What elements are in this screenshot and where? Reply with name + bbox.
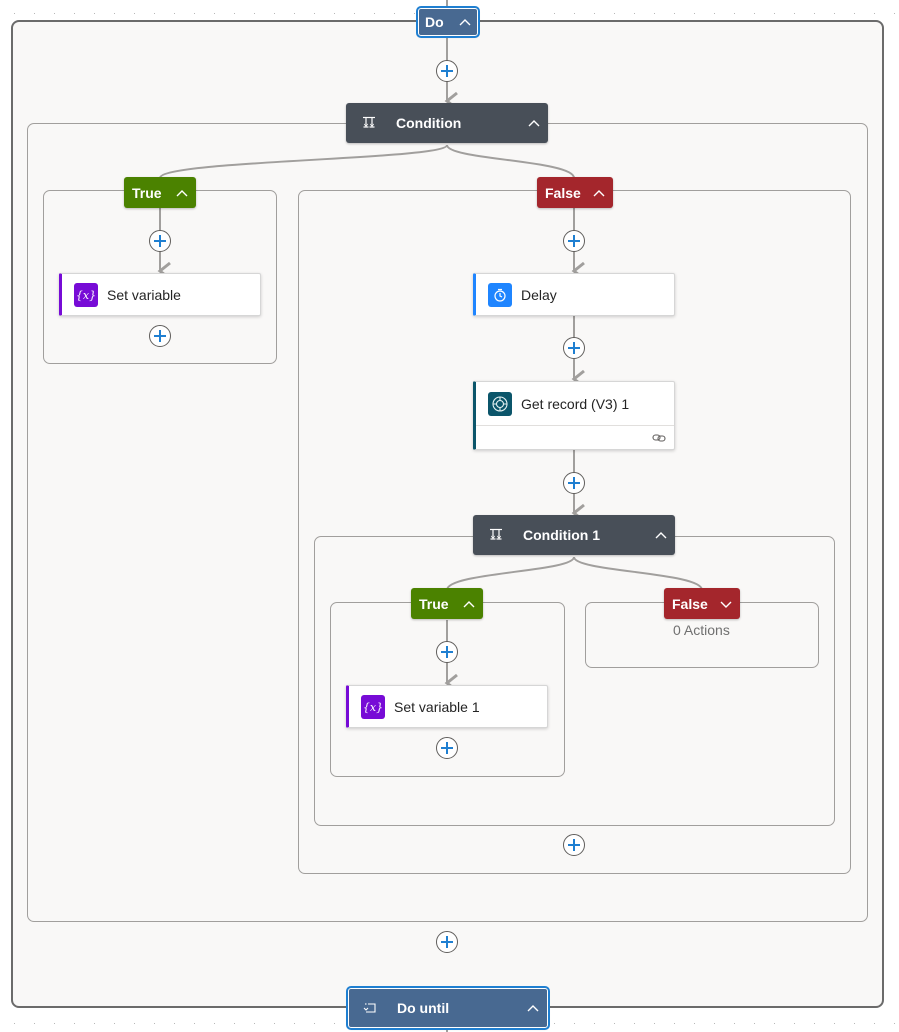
condition-1-header[interactable]: Condition 1: [473, 515, 675, 555]
action-label: Get record (V3) 1: [521, 395, 630, 412]
connector-condition-true: [159, 144, 448, 179]
chevron-up-icon[interactable]: [528, 117, 540, 129]
true-branch-label: True: [132, 184, 162, 201]
action-card-get-record[interactable]: Get record (V3) 1: [473, 381, 675, 450]
do-scope-header[interactable]: Do: [416, 6, 480, 38]
condition-icon: [362, 116, 378, 130]
chevron-up-icon[interactable]: [463, 598, 475, 610]
svg-text:{x}: {x}: [77, 289, 95, 302]
link-icon[interactable]: [652, 430, 666, 446]
action-card-set-variable-1[interactable]: {x} Set variable 1: [346, 685, 548, 728]
do-until-header[interactable]: Do until: [346, 986, 550, 1030]
connector-condition1-true: [446, 556, 575, 591]
timer-icon: [488, 282, 512, 307]
do-scope-label: Do: [425, 14, 444, 30]
chevron-up-icon[interactable]: [593, 187, 605, 199]
variable-icon: {x}: [74, 282, 98, 307]
false-branch-label: False: [672, 595, 708, 612]
connector-condition-false: [446, 144, 575, 179]
add-step-button[interactable]: [563, 834, 585, 856]
true-branch-header[interactable]: True: [124, 177, 196, 208]
add-step-button[interactable]: [436, 641, 458, 663]
add-step-button[interactable]: [563, 337, 585, 359]
false-branch-header[interactable]: False: [537, 177, 613, 208]
add-step-button[interactable]: [436, 931, 458, 953]
action-label: Delay: [521, 286, 557, 303]
add-step-button[interactable]: [436, 60, 458, 82]
condition-1-true-header[interactable]: True: [411, 588, 483, 619]
true-branch-label: True: [419, 595, 449, 612]
action-card-delay[interactable]: Delay: [473, 273, 675, 316]
chevron-up-icon[interactable]: [655, 529, 667, 541]
condition-header[interactable]: Condition: [346, 103, 548, 143]
false-branch-label: False: [545, 184, 581, 201]
add-step-button[interactable]: [436, 737, 458, 759]
chevron-up-icon[interactable]: [527, 1002, 539, 1014]
add-step-button[interactable]: [563, 230, 585, 252]
loop-icon: [363, 1002, 377, 1014]
connector-condition1-false: [573, 556, 703, 591]
add-step-button[interactable]: [563, 472, 585, 494]
condition-label: Condition: [396, 115, 462, 131]
variable-icon: {x}: [361, 694, 385, 719]
chevron-down-icon[interactable]: [720, 598, 732, 610]
chevron-up-icon[interactable]: [459, 16, 471, 28]
connector-lines: [157, 0, 703, 1032]
condition-icon: [489, 528, 505, 542]
do-until-label: Do until: [397, 1000, 450, 1016]
dataverse-icon: [488, 391, 512, 416]
action-label: Set variable 1: [394, 698, 480, 715]
empty-actions-text: 0 Actions: [673, 622, 730, 638]
add-step-button[interactable]: [149, 230, 171, 252]
chevron-up-icon[interactable]: [176, 187, 188, 199]
action-card-set-variable[interactable]: {x} Set variable: [59, 273, 261, 316]
svg-text:{x}: {x}: [364, 701, 382, 714]
condition-1-false-header[interactable]: False: [664, 588, 740, 619]
action-label: Set variable: [107, 286, 181, 303]
add-step-button[interactable]: [149, 325, 171, 347]
condition-1-label: Condition 1: [523, 527, 600, 543]
